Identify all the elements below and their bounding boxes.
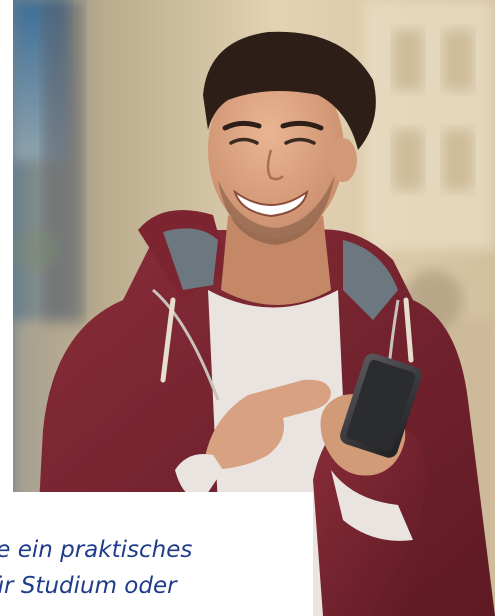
hero-image-section: chte ein praktisches o für Studium oder [0, 0, 495, 616]
caption-text: chte ein praktisches o für Studium oder [0, 532, 320, 604]
caption-box: chte ein praktisches o für Studium oder [0, 492, 313, 616]
caption-line-2: o für Studium oder [0, 573, 177, 599]
caption-line-1: chte ein praktisches [0, 537, 193, 563]
